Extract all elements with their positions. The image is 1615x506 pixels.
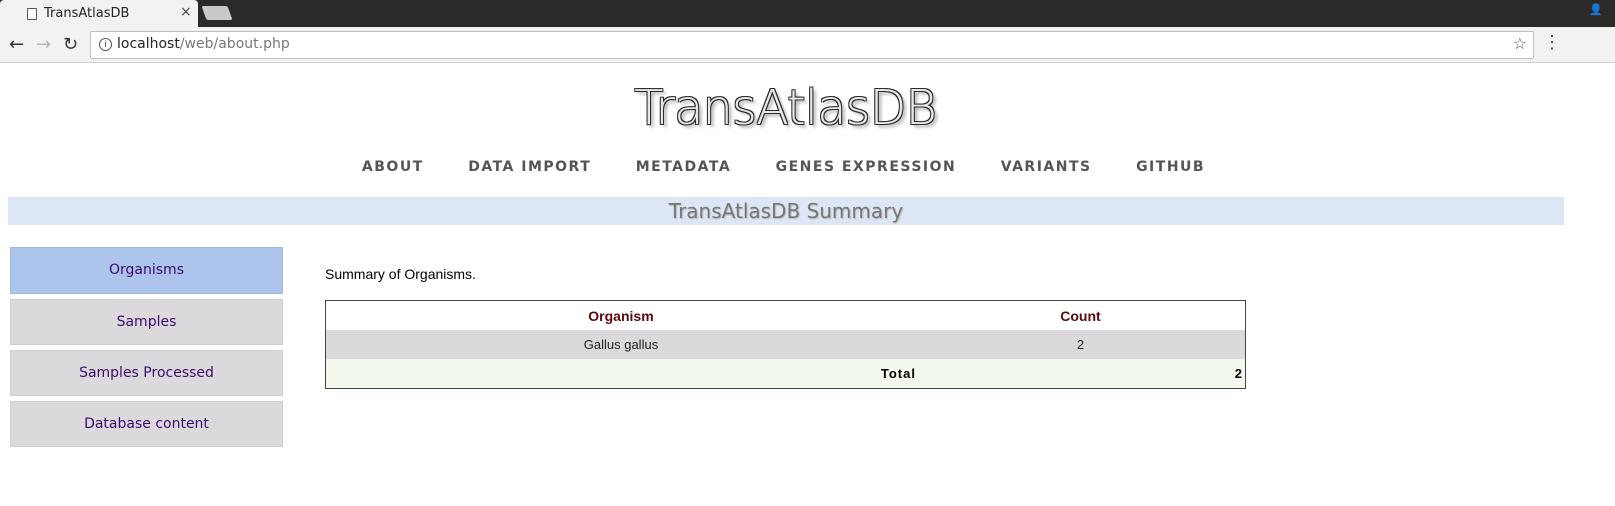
count-cell: 2 bbox=[915, 330, 1246, 359]
nav-genes-expression[interactable]: GENES EXPRESSION bbox=[776, 159, 957, 175]
sidebar-item-samples-processed[interactable]: Samples Processed bbox=[10, 350, 283, 396]
profile-icon[interactable]: 👤 bbox=[1589, 3, 1603, 17]
table-caption: Summary of Organisms. bbox=[325, 266, 476, 282]
info-icon[interactable]: i bbox=[99, 38, 112, 51]
reload-icon[interactable]: ↻ bbox=[63, 34, 78, 55]
browser-toolbar: ← → ↻ i localhost/web/about.php ☆ ⋮ bbox=[0, 27, 1615, 63]
forward-arrow-icon[interactable]: → bbox=[36, 34, 51, 55]
sidebar-item-database-content[interactable]: Database content bbox=[10, 401, 283, 447]
close-icon[interactable]: × bbox=[180, 4, 192, 20]
site-title: TransAtlasDB bbox=[634, 80, 937, 136]
url-text: localhost/web/about.php bbox=[117, 36, 290, 52]
summary-heading: TransAtlasDB Summary bbox=[8, 197, 1564, 225]
new-tab-button[interactable] bbox=[201, 6, 233, 20]
nav-github[interactable]: GITHUB bbox=[1136, 159, 1205, 175]
organism-summary-table: Organism Count Gallus gallus 2 Total 2 bbox=[325, 300, 1246, 389]
nav-variants[interactable]: VARIANTS bbox=[1001, 159, 1092, 175]
sidebar-item-organisms[interactable]: Organisms bbox=[10, 247, 283, 294]
tab-title: TransAtlasDB bbox=[44, 6, 130, 21]
address-bar[interactable]: i localhost/web/about.php ☆ bbox=[90, 31, 1534, 59]
bookmark-star-icon[interactable]: ☆ bbox=[1513, 34, 1527, 54]
page-icon bbox=[27, 8, 37, 20]
column-header-organism: Organism bbox=[325, 300, 916, 330]
organism-cell: Gallus gallus bbox=[325, 330, 916, 359]
browser-tab[interactable]: TransAtlasDB × bbox=[0, 0, 198, 27]
sidebar: Organisms Samples Samples Processed Data… bbox=[10, 247, 283, 452]
browser-tabstrip: TransAtlasDB × 👤 bbox=[0, 0, 1615, 27]
total-label: Total bbox=[325, 359, 916, 389]
total-value: 2 bbox=[915, 359, 1246, 389]
table-row: Gallus gallus 2 bbox=[325, 330, 1246, 359]
sidebar-item-samples[interactable]: Samples bbox=[10, 299, 283, 345]
browser-menu-icon[interactable]: ⋮ bbox=[1543, 32, 1561, 53]
nav-about[interactable]: ABOUT bbox=[362, 159, 424, 175]
total-row: Total 2 bbox=[325, 359, 1246, 389]
table-header-row: Organism Count bbox=[325, 300, 1246, 330]
column-header-count: Count bbox=[915, 300, 1246, 330]
main-content: Summary of Organisms. Organism Count Gal… bbox=[325, 266, 1246, 389]
main-nav: ABOUT DATA IMPORT METADATA GENES EXPRESS… bbox=[0, 158, 1567, 176]
nav-metadata[interactable]: METADATA bbox=[636, 159, 731, 175]
nav-data-import[interactable]: DATA IMPORT bbox=[468, 159, 591, 175]
back-arrow-icon[interactable]: ← bbox=[9, 34, 24, 55]
